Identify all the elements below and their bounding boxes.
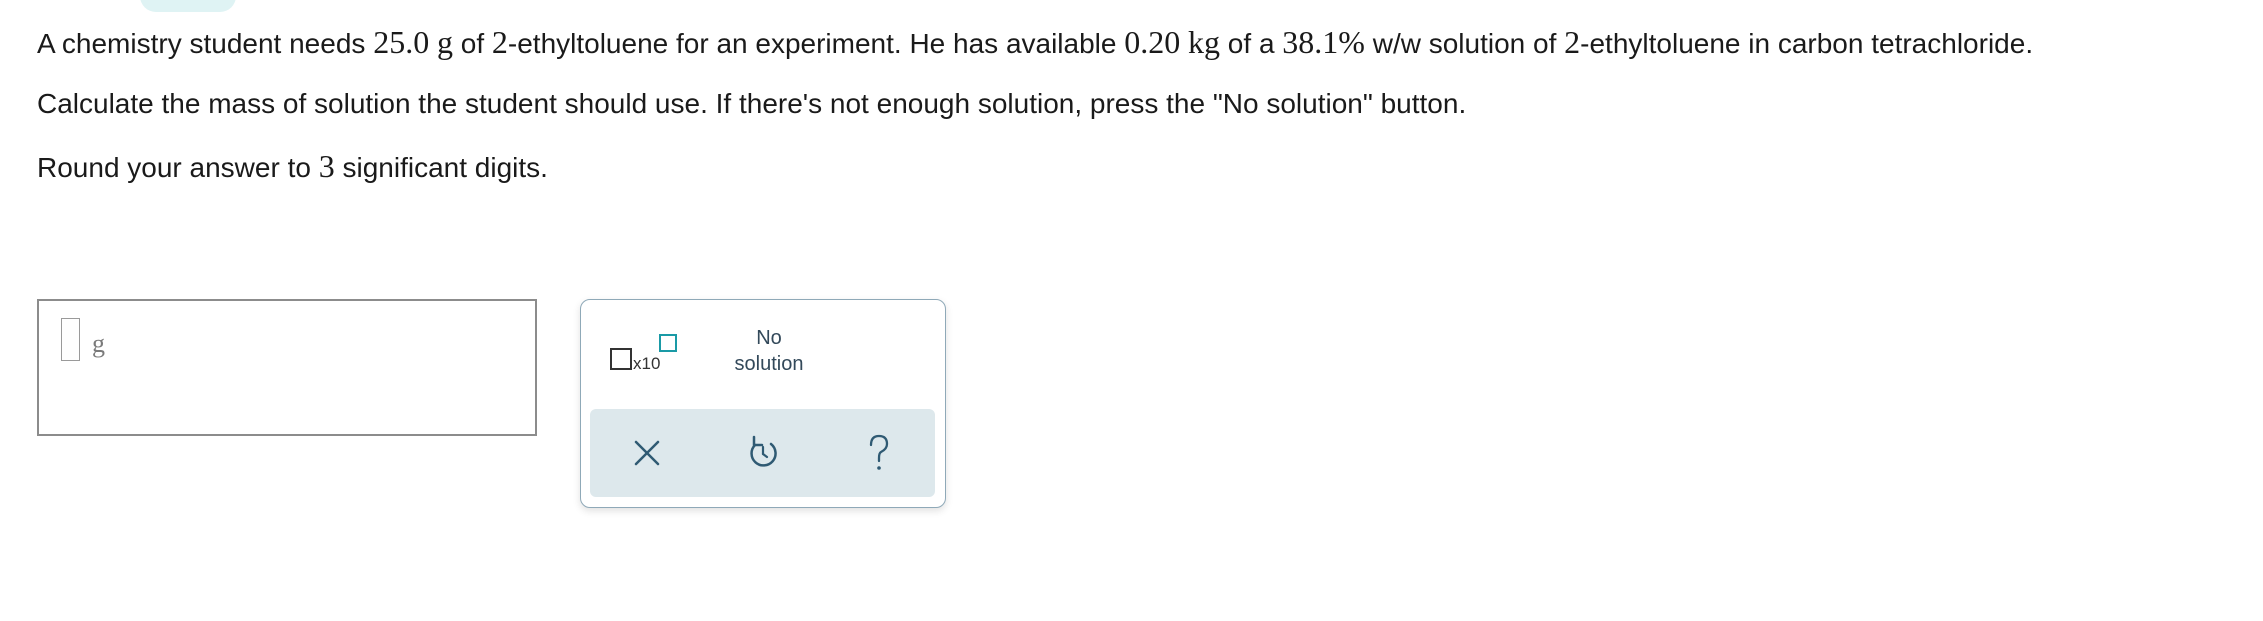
answer-tools-panel: x10 No solution <box>580 299 946 508</box>
base-box-icon <box>610 348 632 370</box>
answer-input-box[interactable]: g <box>37 299 537 436</box>
no-solution-label-line2: solution <box>734 353 804 375</box>
question-text-segment: A chemistry student needs <box>37 28 374 59</box>
exponent-box-icon <box>659 334 677 352</box>
question-text-segment: -ethyltoluene for an experiment. He has … <box>507 28 1125 59</box>
answer-unit-label: g <box>92 329 105 358</box>
sci-notation-label: x10 <box>633 354 661 373</box>
compound-number: 2 <box>1564 24 1581 60</box>
question-text-segment: of a <box>1220 28 1283 59</box>
undo-icon <box>750 435 777 467</box>
instruction-paragraph: Calculate the mass of solution the stude… <box>37 88 1467 119</box>
sig-figs-value: 3 <box>318 148 335 184</box>
question-mark-icon <box>869 434 889 470</box>
question-text-segment: of <box>452 28 492 59</box>
help-button[interactable] <box>849 423 909 483</box>
compound-number: 2 <box>491 24 508 60</box>
question-text-segment: significant digits. <box>334 152 548 183</box>
question-text-segment: -ethyltoluene in carbon tetrachloride. <box>1580 28 2034 59</box>
question-text-segment: w/w solution of <box>1364 28 1565 59</box>
question-paragraph: A chemistry student needs 25.0 g of 2-et… <box>37 22 2227 64</box>
no-solution-label-line1: No <box>756 327 782 349</box>
mass-needed-value: 25.0 <box>373 24 430 60</box>
undo-button[interactable] <box>733 423 793 483</box>
question-text: A chemistry student needs 25.0 g of 2-et… <box>37 22 2227 210</box>
rounding-paragraph: Round your answer to 3 significant digit… <box>37 146 2227 188</box>
clear-button[interactable] <box>617 423 677 483</box>
top-tab-indicator <box>140 0 236 12</box>
question-text-segment <box>429 28 437 59</box>
question-text-segment: Round your answer to <box>37 152 319 183</box>
question-text-segment <box>1180 28 1188 59</box>
no-solution-button[interactable]: No solution <box>699 325 839 385</box>
percent-value: 38.1% <box>1282 24 1365 60</box>
action-bar <box>590 409 935 497</box>
solution-amount-value: 0.20 <box>1124 24 1181 60</box>
unit-kilograms: kg <box>1188 24 1221 60</box>
x-icon <box>634 440 660 466</box>
scientific-notation-button[interactable]: x10 <box>606 332 678 380</box>
unit-grams: g <box>436 24 453 60</box>
answer-input-slot[interactable] <box>61 318 80 361</box>
